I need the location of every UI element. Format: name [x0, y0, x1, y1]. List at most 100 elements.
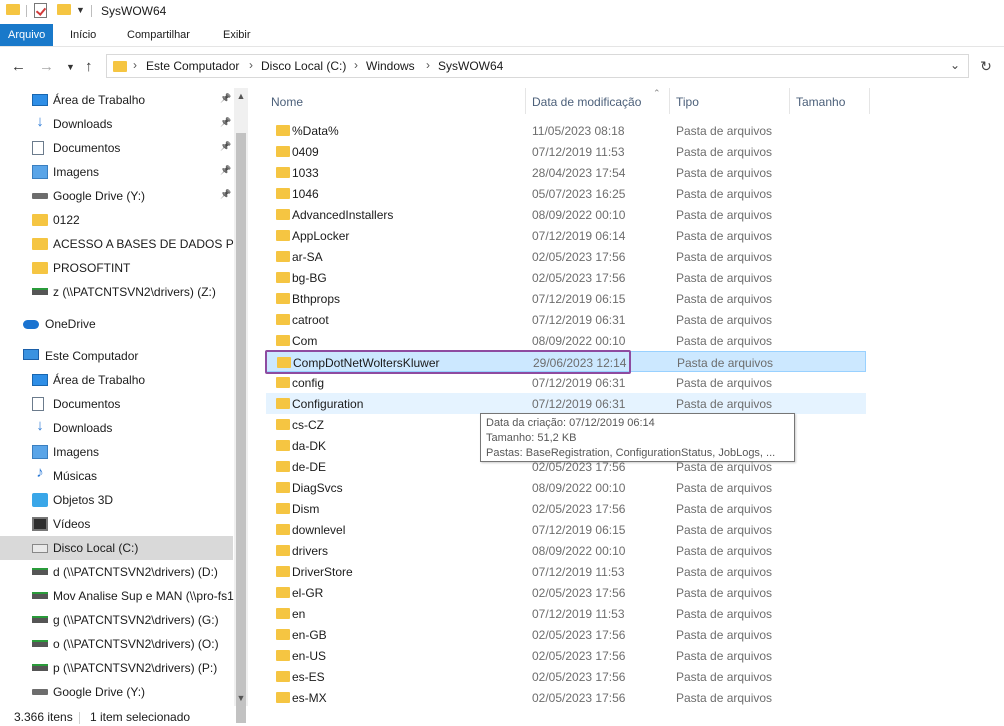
sidebar-item[interactable]: Área de Trabalho 📌	[0, 88, 233, 112]
file-row[interactable]: en-GB 02/05/2023 17:56 Pasta de arquivos	[266, 624, 866, 645]
folder-icon	[276, 692, 290, 703]
file-row[interactable]: DriverStore 07/12/2019 11:53 Pasta de arqu…	[266, 561, 866, 582]
file-row[interactable]: CompDotNetWoltersKluwer 29/06/2023 12:14 P…	[266, 351, 866, 372]
tab-arquivo[interactable]: Arquivo	[0, 24, 54, 46]
address-bar[interactable]: › Este Computador › Disco Local (C:) › W…	[106, 54, 969, 78]
properties-icon[interactable]	[34, 3, 47, 18]
sidebar-item[interactable]: PROSOFTINT	[0, 256, 233, 280]
file-type: Pasta de arquivos	[676, 187, 773, 201]
sidebar-item[interactable]: Google Drive (Y:) 📌	[0, 184, 233, 208]
column-name[interactable]: Nome	[271, 95, 303, 109]
file-row[interactable]: %Data% 11/05/2023 08:18 Pasta de arquivos	[266, 120, 866, 141]
file-row[interactable]: AdvancedInstallers 08/09/2022 00:10 Pasta …	[266, 204, 866, 225]
sidebar-item[interactable]: g (\\PATCNTSVN2\drivers) (G:)	[0, 608, 233, 632]
sidebar-item[interactable]: ♪ Músicas	[0, 464, 233, 488]
back-button[interactable]: ←	[11, 58, 26, 75]
tooltip-folders: Pastas: BaseRegistration, ConfigurationS…	[486, 447, 776, 459]
file-row[interactable]: 1033 28/04/2023 17:54 Pasta de arquivos	[266, 162, 866, 183]
pin-icon[interactable]: 📌	[220, 165, 231, 176]
tab-inicio[interactable]: Início	[61, 24, 105, 46]
sidebar-item[interactable]: Documentos	[0, 392, 233, 416]
file-row[interactable]: Bthprops 07/12/2019 06:15 Pasta de arquivo…	[266, 288, 866, 309]
column-divider[interactable]	[669, 88, 670, 114]
file-row[interactable]: AppLocker 07/12/2019 06:14 Pasta de arquiv…	[266, 225, 866, 246]
file-row[interactable]: DiagSvcs 08/09/2022 00:10 Pasta de arquivo…	[266, 477, 866, 498]
column-divider[interactable]	[789, 88, 790, 114]
up-button[interactable]: ↑	[85, 58, 93, 75]
customize-toolbar-icon[interactable]: ▼	[76, 5, 85, 15]
sidebar-item[interactable]: Imagens	[0, 440, 233, 464]
new-folder-icon[interactable]	[57, 4, 71, 15]
breadcrumb-syswow64[interactable]: SysWOW64	[438, 59, 503, 73]
sidebar-item-label: Imagens	[53, 165, 100, 179]
scroll-down-icon[interactable]: ▼	[234, 690, 248, 706]
column-size[interactable]: Tamanho	[796, 95, 845, 109]
file-row[interactable]: 0409 07/12/2019 11:53 Pasta de arquivos	[266, 141, 866, 162]
chevron-down-icon[interactable]: ⌄	[950, 58, 960, 72]
file-type: Pasta de arquivos	[676, 544, 773, 558]
chevron-right-icon[interactable]: ›	[133, 58, 137, 72]
scroll-up-icon[interactable]: ▲	[234, 88, 248, 104]
network-drive-icon	[32, 568, 48, 575]
column-divider[interactable]	[869, 88, 870, 114]
sidebar-item[interactable]: ACESSO A BASES DE DADOS PCC I	[0, 232, 248, 256]
file-row[interactable]: el-GR 02/05/2023 17:56 Pasta de arquivos	[266, 582, 866, 603]
breadcrumb-este-computador[interactable]: Este Computador	[146, 59, 239, 73]
breadcrumb-windows[interactable]: Windows	[366, 59, 415, 73]
file-row[interactable]: Dism 02/05/2023 17:56 Pasta de arquivos	[266, 498, 866, 519]
scrollbar-thumb[interactable]	[236, 133, 246, 723]
refresh-button[interactable]: ↻	[975, 58, 997, 78]
sidebar-item[interactable]: OneDrive	[0, 312, 233, 336]
navigation-scrollbar[interactable]: ▲ ▼	[234, 88, 248, 723]
sidebar-item[interactable]: p (\\PATCNTSVN2\drivers) (P:)	[0, 656, 233, 680]
forward-button[interactable]: →	[39, 58, 54, 75]
sidebar-item[interactable]: Documentos 📌	[0, 136, 233, 160]
sidebar-item[interactable]: Área de Trabalho	[0, 368, 233, 392]
chevron-right-icon[interactable]: ›	[354, 58, 358, 72]
sidebar-item[interactable]: o (\\PATCNTSVN2\drivers) (O:)	[0, 632, 233, 656]
sidebar-item-label: z (\\PATCNTSVN2\drivers) (Z:)	[53, 285, 216, 299]
file-row[interactable]: Configuration 07/12/2019 06:31 Pasta de ar…	[266, 393, 866, 414]
sidebar-item[interactable]: Vídeos	[0, 512, 233, 536]
sidebar-item[interactable]: z (\\PATCNTSVN2\drivers) (Z:)	[0, 280, 233, 304]
sidebar-item[interactable]: Este Computador	[0, 344, 233, 368]
sidebar-item[interactable]: ↓ Downloads 📌	[0, 112, 233, 136]
file-row[interactable]: es-ES 02/05/2023 17:56 Pasta de arquivos	[266, 666, 866, 687]
pin-icon[interactable]: 📌	[220, 189, 231, 200]
sidebar-item[interactable]: Google Drive (Y:)	[0, 680, 233, 704]
file-row[interactable]: en 07/12/2019 11:53 Pasta de arquivos	[266, 603, 866, 624]
tab-exibir[interactable]: Exibir	[214, 24, 260, 46]
column-divider[interactable]	[525, 88, 526, 114]
file-row[interactable]: Com 08/09/2022 00:10 Pasta de arquivos	[266, 330, 866, 351]
pin-icon[interactable]: 📌	[220, 93, 231, 104]
sidebar-item[interactable]: d (\\PATCNTSVN2\drivers) (D:)	[0, 560, 233, 584]
pin-icon[interactable]: 📌	[220, 117, 231, 128]
file-row[interactable]: downlevel 07/12/2019 06:15 Pasta de arquiv…	[266, 519, 866, 540]
chevron-right-icon[interactable]: ›	[426, 58, 430, 72]
sidebar-item[interactable]: ↓ Downloads	[0, 416, 233, 440]
column-type[interactable]: Tipo	[676, 95, 699, 109]
sidebar-item[interactable]: Mov Analise Sup e MAN (\\pro-fs1	[0, 584, 234, 608]
sidebar-item[interactable]: Imagens 📌	[0, 160, 233, 184]
file-row[interactable]: catroot 07/12/2019 06:31 Pasta de arquivos	[266, 309, 866, 330]
sidebar-item[interactable]: Objetos 3D	[0, 488, 233, 512]
file-name: es-ES	[292, 670, 325, 684]
chevron-right-icon[interactable]: ›	[249, 58, 253, 72]
file-row[interactable]: drivers 08/09/2022 00:10 Pasta de arquivos	[266, 540, 866, 561]
file-row[interactable]: ar-SA 02/05/2023 17:56 Pasta de arquivos	[266, 246, 866, 267]
file-row[interactable]: bg-BG 02/05/2023 17:56 Pasta de arquivos	[266, 267, 866, 288]
folder-icon	[276, 335, 290, 346]
file-name: AppLocker	[292, 229, 350, 243]
file-row[interactable]: 1046 05/07/2023 16:25 Pasta de arquivos	[266, 183, 866, 204]
sidebar-item[interactable]: Disco Local (C:)	[0, 536, 233, 560]
folder-icon	[276, 125, 290, 136]
file-row[interactable]: en-US 02/05/2023 17:56 Pasta de arquivos	[266, 645, 866, 666]
file-row[interactable]: es-MX 02/05/2023 17:56 Pasta de arquivos	[266, 687, 866, 708]
column-date[interactable]: Data de modificação	[532, 95, 641, 109]
pin-icon[interactable]: 📌	[220, 141, 231, 152]
recent-locations-icon[interactable]: ▼	[66, 62, 75, 72]
breadcrumb-disco-local[interactable]: Disco Local (C:)	[261, 59, 346, 73]
sidebar-item[interactable]: 0122	[0, 208, 233, 232]
file-row[interactable]: config 07/12/2019 06:31 Pasta de arquivos	[266, 372, 866, 393]
tab-compartilhar[interactable]: Compartilhar	[118, 24, 199, 46]
